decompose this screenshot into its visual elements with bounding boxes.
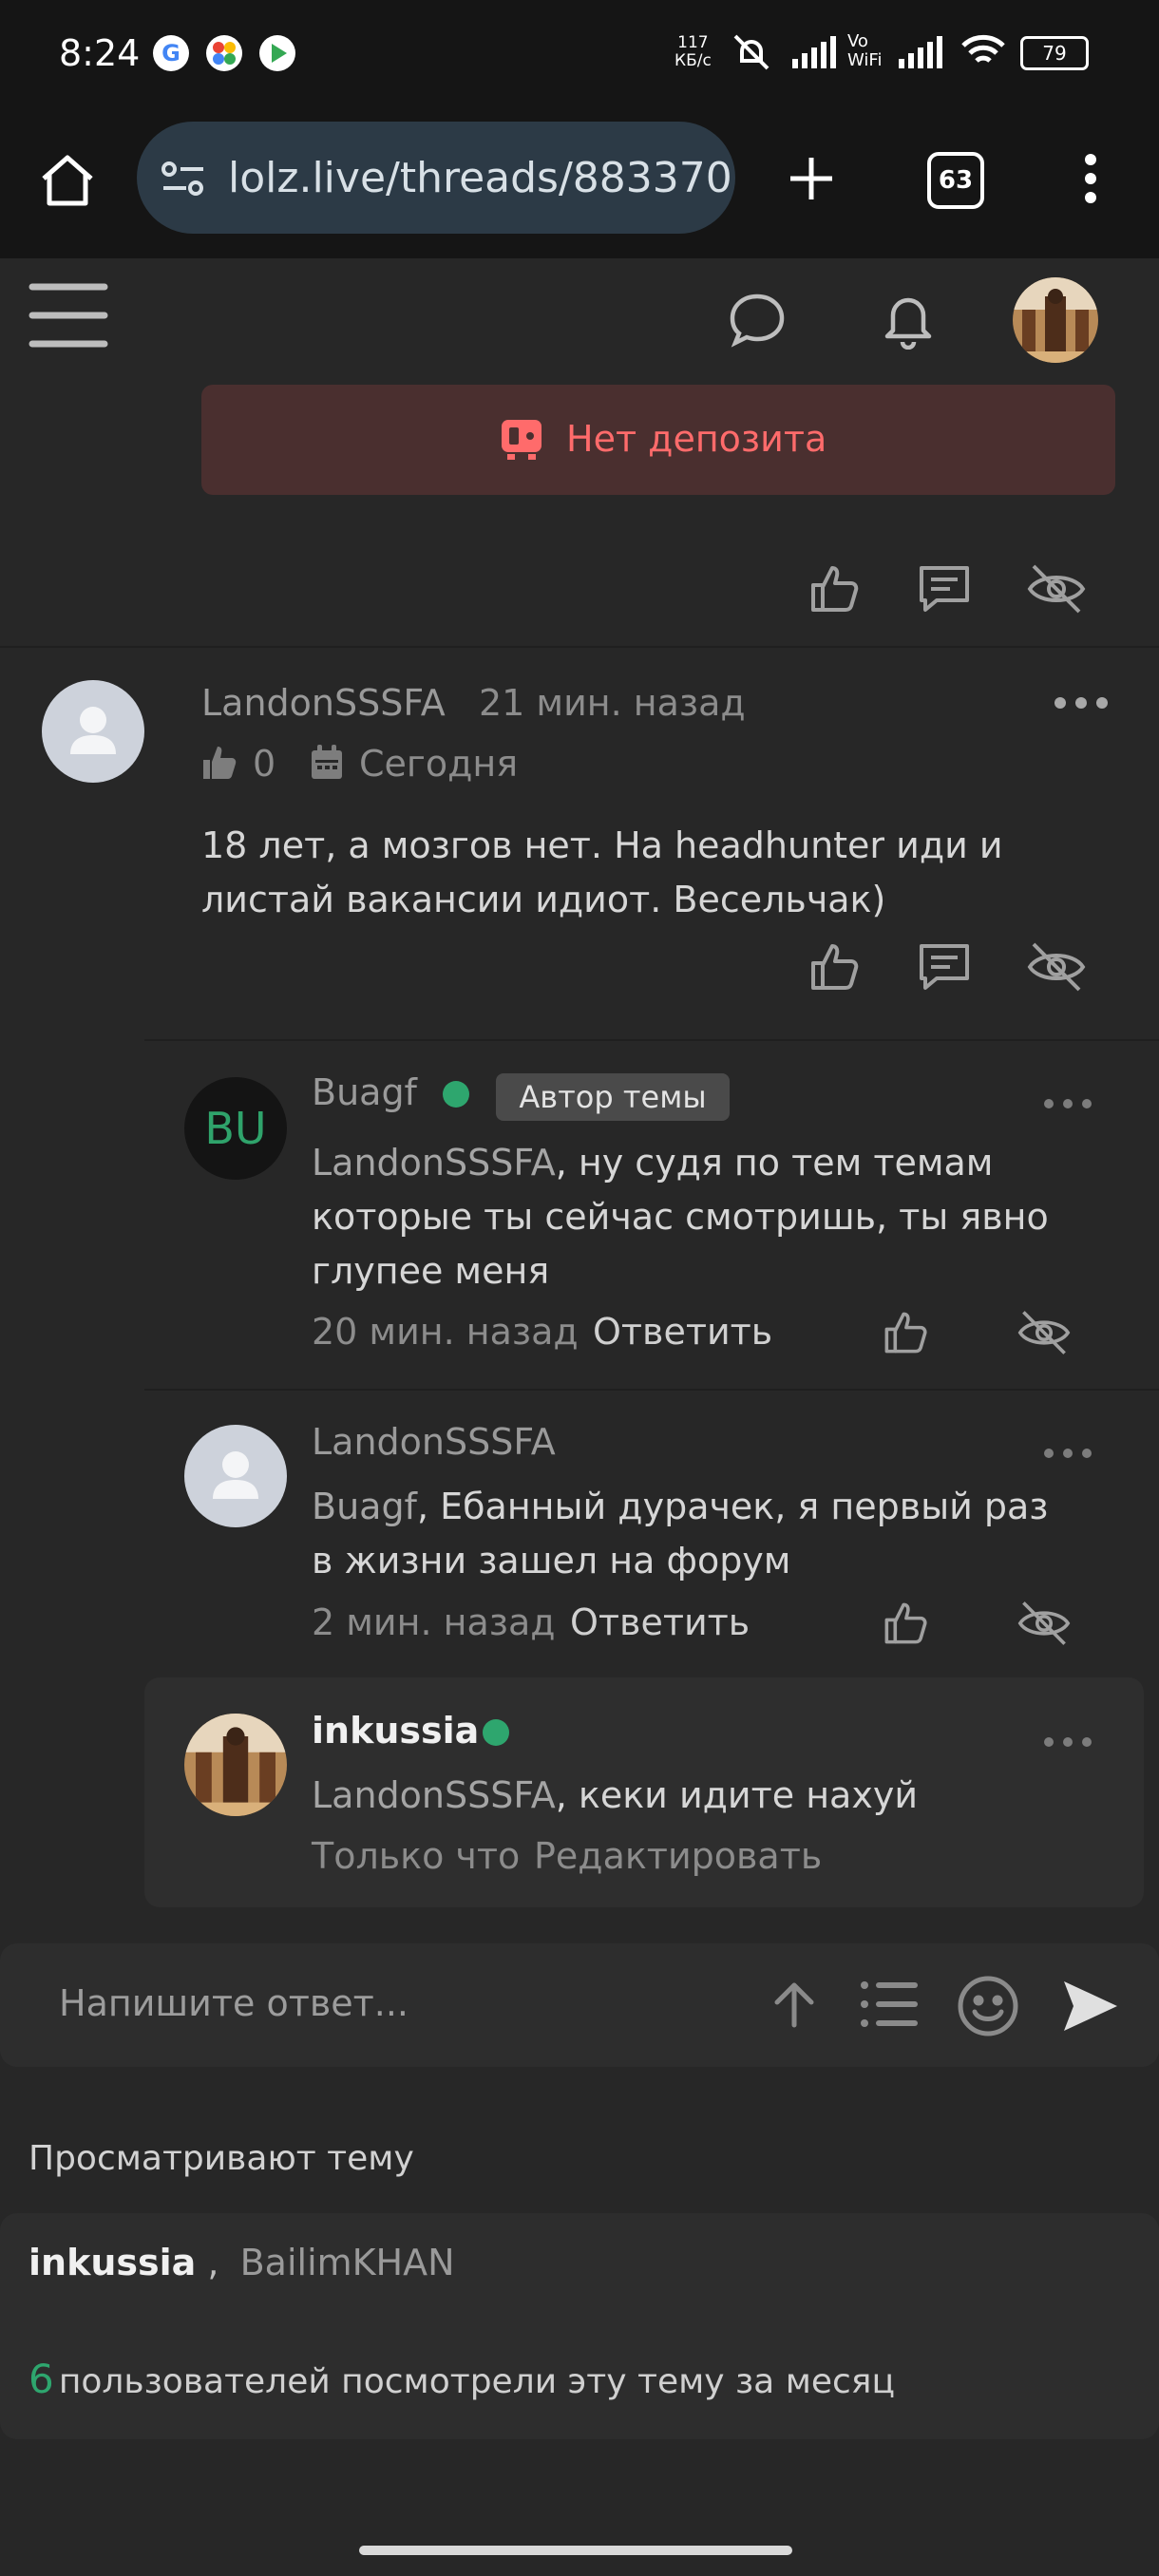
reply-avatar[interactable]: BU bbox=[184, 1077, 287, 1180]
watching-user[interactable]: BailimKHAN bbox=[240, 2242, 455, 2283]
play-store-icon bbox=[258, 34, 296, 72]
photos-app-icon bbox=[205, 34, 243, 72]
reply-button[interactable]: Ответить bbox=[593, 1311, 772, 1353]
topic-author-badge: Автор темы bbox=[496, 1073, 730, 1121]
online-indicator bbox=[443, 1081, 469, 1108]
comment-time: 21 мин. назад bbox=[479, 682, 746, 724]
upload-arrow-icon[interactable] bbox=[768, 1978, 821, 2031]
reply-comment-icon[interactable] bbox=[916, 562, 973, 616]
comment-avatar[interactable] bbox=[42, 680, 144, 783]
site-header bbox=[0, 258, 1159, 382]
reply-button[interactable]: Ответить bbox=[570, 1601, 750, 1643]
viewers-text: пользователей посмотрели эту тему за мес… bbox=[58, 2362, 895, 2401]
reply-time: Только что bbox=[312, 1835, 521, 1877]
comment-likes: 0 bbox=[253, 743, 276, 785]
reply-message: , кеки идите нахуй bbox=[555, 1774, 919, 1816]
vowifi-indicator: Vo WiFi bbox=[847, 32, 882, 70]
mute-icon bbox=[730, 30, 773, 74]
reply-more-icon[interactable] bbox=[1041, 1734, 1094, 1750]
reply-comment-icon[interactable] bbox=[916, 940, 973, 994]
reply-message: , Ебанный дурачек, я первый раз в жизни … bbox=[312, 1486, 1049, 1582]
watching-users: inkussia , BailimKHAN bbox=[28, 2242, 455, 2283]
reply-text: LandonSSSFA, ну судя по тем темам которы… bbox=[312, 1136, 1110, 1298]
comment-more-icon[interactable] bbox=[1053, 693, 1110, 712]
signal-2-icon bbox=[897, 34, 942, 70]
mention-link[interactable]: LandonSSSFA bbox=[312, 1774, 556, 1816]
deposit-label: Нет депозита bbox=[566, 418, 827, 460]
watching-separator: , bbox=[207, 2242, 219, 2283]
hide-eye-icon[interactable] bbox=[1016, 1598, 1072, 1649]
vowifi-top: Vo bbox=[847, 31, 868, 51]
reply-avatar[interactable] bbox=[184, 1425, 287, 1527]
conversations-icon[interactable] bbox=[728, 291, 787, 348]
reply-time: 2 мин. назад bbox=[312, 1601, 556, 1643]
reply-input[interactable] bbox=[57, 1981, 726, 2025]
reply-author[interactable]: LandonSSSFA bbox=[312, 1421, 556, 1463]
status-time: 8:24 bbox=[59, 32, 141, 74]
divider bbox=[144, 1389, 1159, 1391]
reply-author[interactable]: inkussia bbox=[312, 1710, 479, 1752]
like-icon[interactable] bbox=[808, 562, 861, 616]
calendar-icon bbox=[310, 745, 344, 781]
edit-button[interactable]: Редактировать bbox=[534, 1835, 822, 1877]
reply-text: Buagf, Ебанный дурачек, я первый раз в ж… bbox=[312, 1480, 1053, 1588]
net-speed-value: 117 bbox=[677, 33, 709, 52]
url-text[interactable]: lolz.live/threads/883370 bbox=[228, 154, 732, 202]
mention-link[interactable]: LandonSSSFA bbox=[312, 1142, 556, 1184]
battery-level: 79 bbox=[1042, 42, 1067, 65]
site-settings-icon[interactable] bbox=[160, 160, 207, 198]
divider bbox=[144, 1039, 1159, 1041]
net-speed-indicator: 117 КБ/с bbox=[674, 34, 712, 70]
hide-eye-icon[interactable] bbox=[1016, 1307, 1072, 1358]
like-icon[interactable] bbox=[882, 1309, 929, 1356]
notifications-bell-icon[interactable] bbox=[878, 289, 939, 350]
divider bbox=[0, 646, 1159, 648]
wifi-icon bbox=[960, 32, 1007, 70]
emoji-icon[interactable] bbox=[956, 1974, 1020, 2038]
reply-avatar[interactable] bbox=[184, 1714, 287, 1816]
send-icon[interactable] bbox=[1060, 1976, 1121, 2036]
reply-time: 20 мин. назад bbox=[312, 1311, 579, 1353]
vowifi-bottom: WiFi bbox=[847, 50, 883, 70]
hide-eye-icon[interactable] bbox=[1026, 938, 1087, 995]
hamburger-menu-icon[interactable] bbox=[28, 281, 108, 350]
monthly-viewers: 6 пользователей посмотрели эту тему за м… bbox=[28, 2356, 895, 2402]
battery-icon: 79 bbox=[1020, 36, 1089, 70]
like-icon[interactable] bbox=[882, 1600, 929, 1647]
user-avatar[interactable] bbox=[1013, 277, 1098, 363]
comment-author[interactable]: LandonSSSFA bbox=[201, 682, 446, 724]
reply-more-icon[interactable] bbox=[1041, 1096, 1094, 1111]
more-menu-icon[interactable] bbox=[1081, 152, 1100, 205]
net-speed-unit: КБ/с bbox=[674, 51, 712, 70]
watching-title: Просматривают тему bbox=[28, 2139, 414, 2178]
tab-switcher-button[interactable]: 63 bbox=[927, 152, 984, 209]
home-icon[interactable] bbox=[38, 152, 97, 209]
gesture-home-bar[interactable] bbox=[359, 2546, 792, 2555]
signal-icon bbox=[790, 34, 836, 70]
list-format-icon[interactable] bbox=[859, 1978, 920, 2031]
reply-author[interactable]: Buagf bbox=[312, 1071, 417, 1113]
new-tab-icon[interactable] bbox=[785, 152, 838, 205]
comment-text: 18 лет, а мозгов нет. На headhunter иди … bbox=[201, 824, 1003, 920]
thumb-small-icon bbox=[201, 745, 238, 781]
online-indicator bbox=[483, 1719, 509, 1746]
reply-text: LandonSSSFA, кеки идите нахуй bbox=[312, 1769, 1110, 1823]
watching-user[interactable]: inkussia bbox=[28, 2242, 196, 2283]
reply-more-icon[interactable] bbox=[1041, 1446, 1094, 1461]
mention-link[interactable]: Buagf bbox=[312, 1486, 417, 1527]
google-app-icon: G bbox=[152, 34, 190, 72]
hide-eye-icon[interactable] bbox=[1026, 560, 1087, 617]
svg-text:G: G bbox=[162, 40, 180, 66]
like-icon[interactable] bbox=[808, 940, 861, 994]
viewers-count: 6 bbox=[28, 2356, 54, 2402]
comment-date: Сегодня bbox=[359, 743, 519, 785]
deposit-icon bbox=[500, 418, 543, 462]
